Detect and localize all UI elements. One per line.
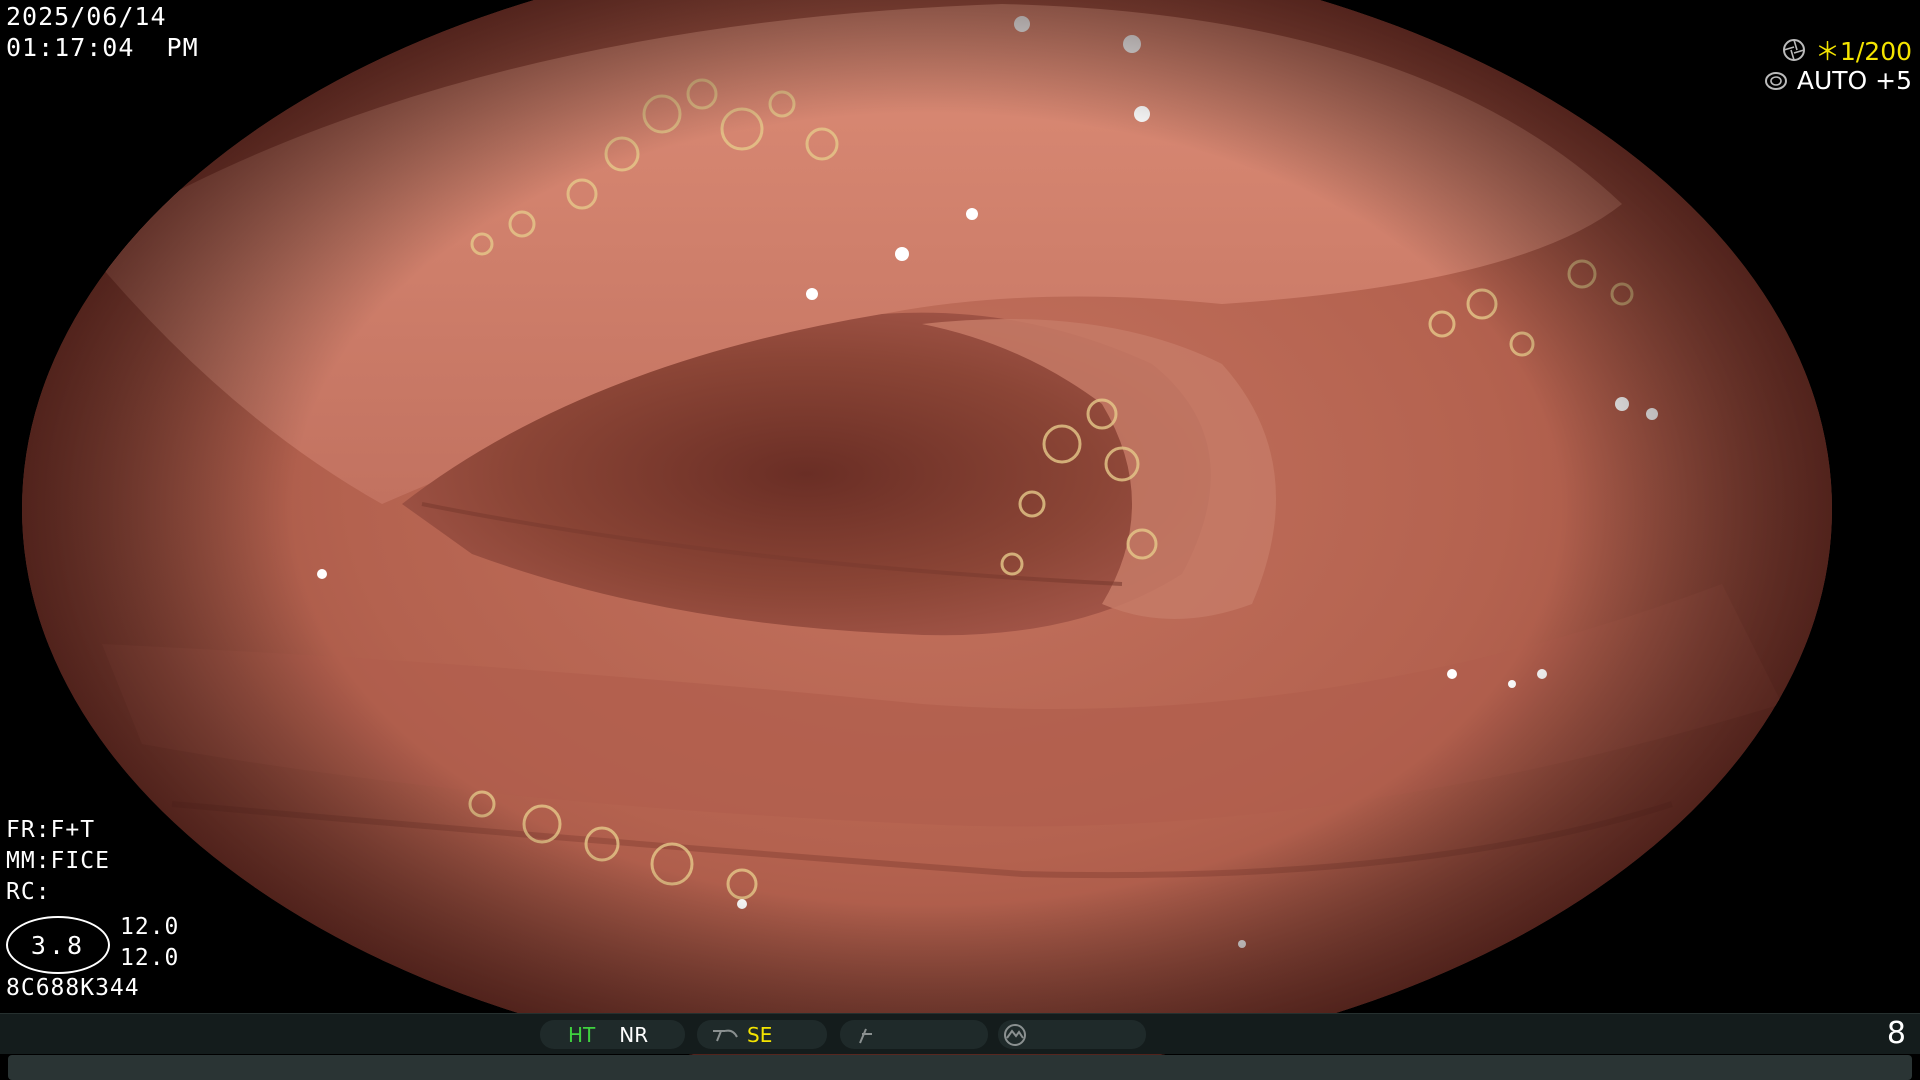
aperture-icon xyxy=(1782,38,1805,61)
colon-lumen-image xyxy=(22,0,1832,1074)
image-mode: MM:FICE xyxy=(6,848,110,874)
ht-nr-pill: HT NR xyxy=(540,1020,685,1049)
shutter-speed: ＊1/200 xyxy=(1814,36,1912,66)
exam-date: 2025/06/14 xyxy=(6,2,167,31)
exam-time: 01:17:04 PM xyxy=(6,33,199,62)
ratio-value-2: 12.0 xyxy=(120,945,180,971)
iris-row: AUTO +5 xyxy=(1763,65,1912,96)
tone-icon xyxy=(1004,1023,1026,1046)
pen-pill xyxy=(840,1020,988,1049)
processor-info: FR:F+T MM:FICE RC: xyxy=(6,815,110,908)
endoscopy-screen: 2025/06/14 01:17:04 PM ＊1/200 AUTO +5 FR… xyxy=(0,0,1920,1080)
se-pill: SE xyxy=(697,1020,827,1049)
iris-icon xyxy=(1764,71,1787,90)
page-number: 8 xyxy=(1886,1016,1906,1051)
structure-enhance-icon xyxy=(713,1029,738,1041)
ratio-badge: 3.8 xyxy=(6,916,110,974)
scope-serial: 8C688K344 xyxy=(6,975,140,1001)
se-indicator: SE xyxy=(747,1022,773,1047)
exposure-settings: ＊1/200 AUTO +5 xyxy=(1763,34,1912,96)
nr-indicator: NR xyxy=(619,1022,649,1047)
frame-mode: FR:F+T xyxy=(6,817,96,843)
rc-label: RC: xyxy=(6,879,51,905)
shutter-row: ＊1/200 xyxy=(1763,34,1912,66)
status-bar: HT NR SE 8 xyxy=(0,1013,1920,1054)
ratio-values: 12.0 12.0 xyxy=(120,912,179,974)
iris-mode: AUTO +5 xyxy=(1796,66,1912,95)
tone-pill xyxy=(998,1020,1146,1049)
bottom-strip xyxy=(8,1055,1912,1080)
ratio-value-1: 12.0 xyxy=(120,914,180,940)
pen-icon xyxy=(859,1028,872,1043)
endoscopic-image xyxy=(22,0,1832,1074)
ht-indicator: HT xyxy=(568,1022,596,1047)
